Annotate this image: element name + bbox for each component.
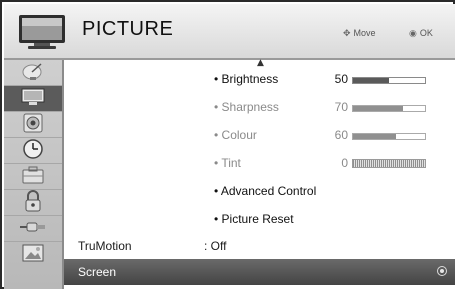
menu-header: PICTURE ✥ Move ◉ OK bbox=[4, 4, 455, 60]
menu-item-colour[interactable]: • Colour 60 bbox=[64, 123, 455, 149]
sidebar-item-option[interactable] bbox=[4, 164, 62, 190]
page-title: PICTURE bbox=[82, 18, 174, 40]
clock-icon bbox=[22, 138, 44, 164]
sidebar-item-lock[interactable] bbox=[4, 189, 62, 216]
menu-item-sharpness[interactable]: • Sharpness 70 bbox=[64, 95, 455, 121]
sharpness-value: 70 bbox=[334, 100, 348, 114]
tv-menu-frame: PICTURE ✥ Move ◉ OK ▲ • Brightness 50 • … bbox=[0, 0, 455, 289]
brightness-slider-fill bbox=[353, 78, 389, 83]
truemotion-label: TruMotion bbox=[78, 239, 132, 253]
colour-slider-fill bbox=[353, 134, 397, 139]
colour-value: 60 bbox=[334, 128, 348, 142]
sidebar-item-picture[interactable] bbox=[4, 86, 62, 112]
menu-item-brightness[interactable]: • Brightness 50 bbox=[64, 67, 455, 93]
sidebar-item-usb[interactable] bbox=[4, 242, 62, 268]
sharpness-label: • Sharpness bbox=[214, 100, 279, 114]
screen-label: Screen bbox=[78, 265, 117, 279]
navigate-arrows-icon: ✥ bbox=[343, 28, 351, 38]
briefcase-icon bbox=[21, 166, 45, 188]
move-hint: ✥ Move bbox=[343, 28, 376, 39]
truemotion-value: : Off bbox=[204, 239, 227, 253]
picture-menu-panel: ▲ • Brightness 50 • Sharpness 70 • Colou… bbox=[64, 58, 455, 289]
brightness-label: • Brightness bbox=[214, 72, 279, 86]
speaker-icon bbox=[22, 113, 44, 137]
photo-frame-icon bbox=[21, 243, 45, 267]
menu-item-tint[interactable]: • Tint 0 bbox=[64, 151, 455, 177]
ok-hint-label: OK bbox=[419, 28, 433, 38]
cable-plug-icon bbox=[19, 219, 47, 238]
tv-screen-icon bbox=[21, 88, 45, 110]
menu-item-advanced-control[interactable]: • Advanced Control bbox=[64, 179, 455, 205]
menu-item-truemotion[interactable]: TruMotion : Off bbox=[64, 234, 455, 260]
picture-reset-label: • Picture Reset bbox=[214, 212, 294, 226]
ok-button-icon: ◉ bbox=[409, 28, 417, 38]
tint-value: 0 bbox=[341, 156, 348, 170]
menu-item-picture-reset[interactable]: • Picture Reset bbox=[64, 207, 455, 233]
ok-hint: ◉ OK bbox=[409, 28, 433, 39]
move-hint-label: Move bbox=[353, 28, 376, 38]
colour-label: • Colour bbox=[214, 128, 257, 142]
colour-slider[interactable] bbox=[352, 133, 426, 140]
sharpness-slider-fill bbox=[353, 106, 404, 111]
ok-select-icon bbox=[437, 266, 447, 276]
brightness-slider[interactable] bbox=[352, 77, 426, 84]
advanced-control-label: • Advanced Control bbox=[214, 184, 317, 198]
category-sidebar bbox=[4, 60, 64, 289]
menu-item-screen[interactable]: Screen bbox=[64, 259, 455, 285]
sidebar-item-audio[interactable] bbox=[4, 112, 62, 138]
sharpness-slider[interactable] bbox=[352, 105, 426, 112]
satellite-dish-icon bbox=[21, 61, 45, 85]
sidebar-item-input[interactable] bbox=[4, 216, 62, 242]
tint-label: • Tint bbox=[214, 156, 241, 170]
brightness-value: 50 bbox=[334, 72, 348, 86]
sidebar-item-time[interactable] bbox=[4, 138, 62, 164]
sidebar-item-setup[interactable] bbox=[4, 60, 62, 86]
tint-slider[interactable] bbox=[352, 159, 426, 168]
tv-monitor-icon bbox=[18, 14, 66, 54]
padlock-icon bbox=[23, 189, 43, 216]
